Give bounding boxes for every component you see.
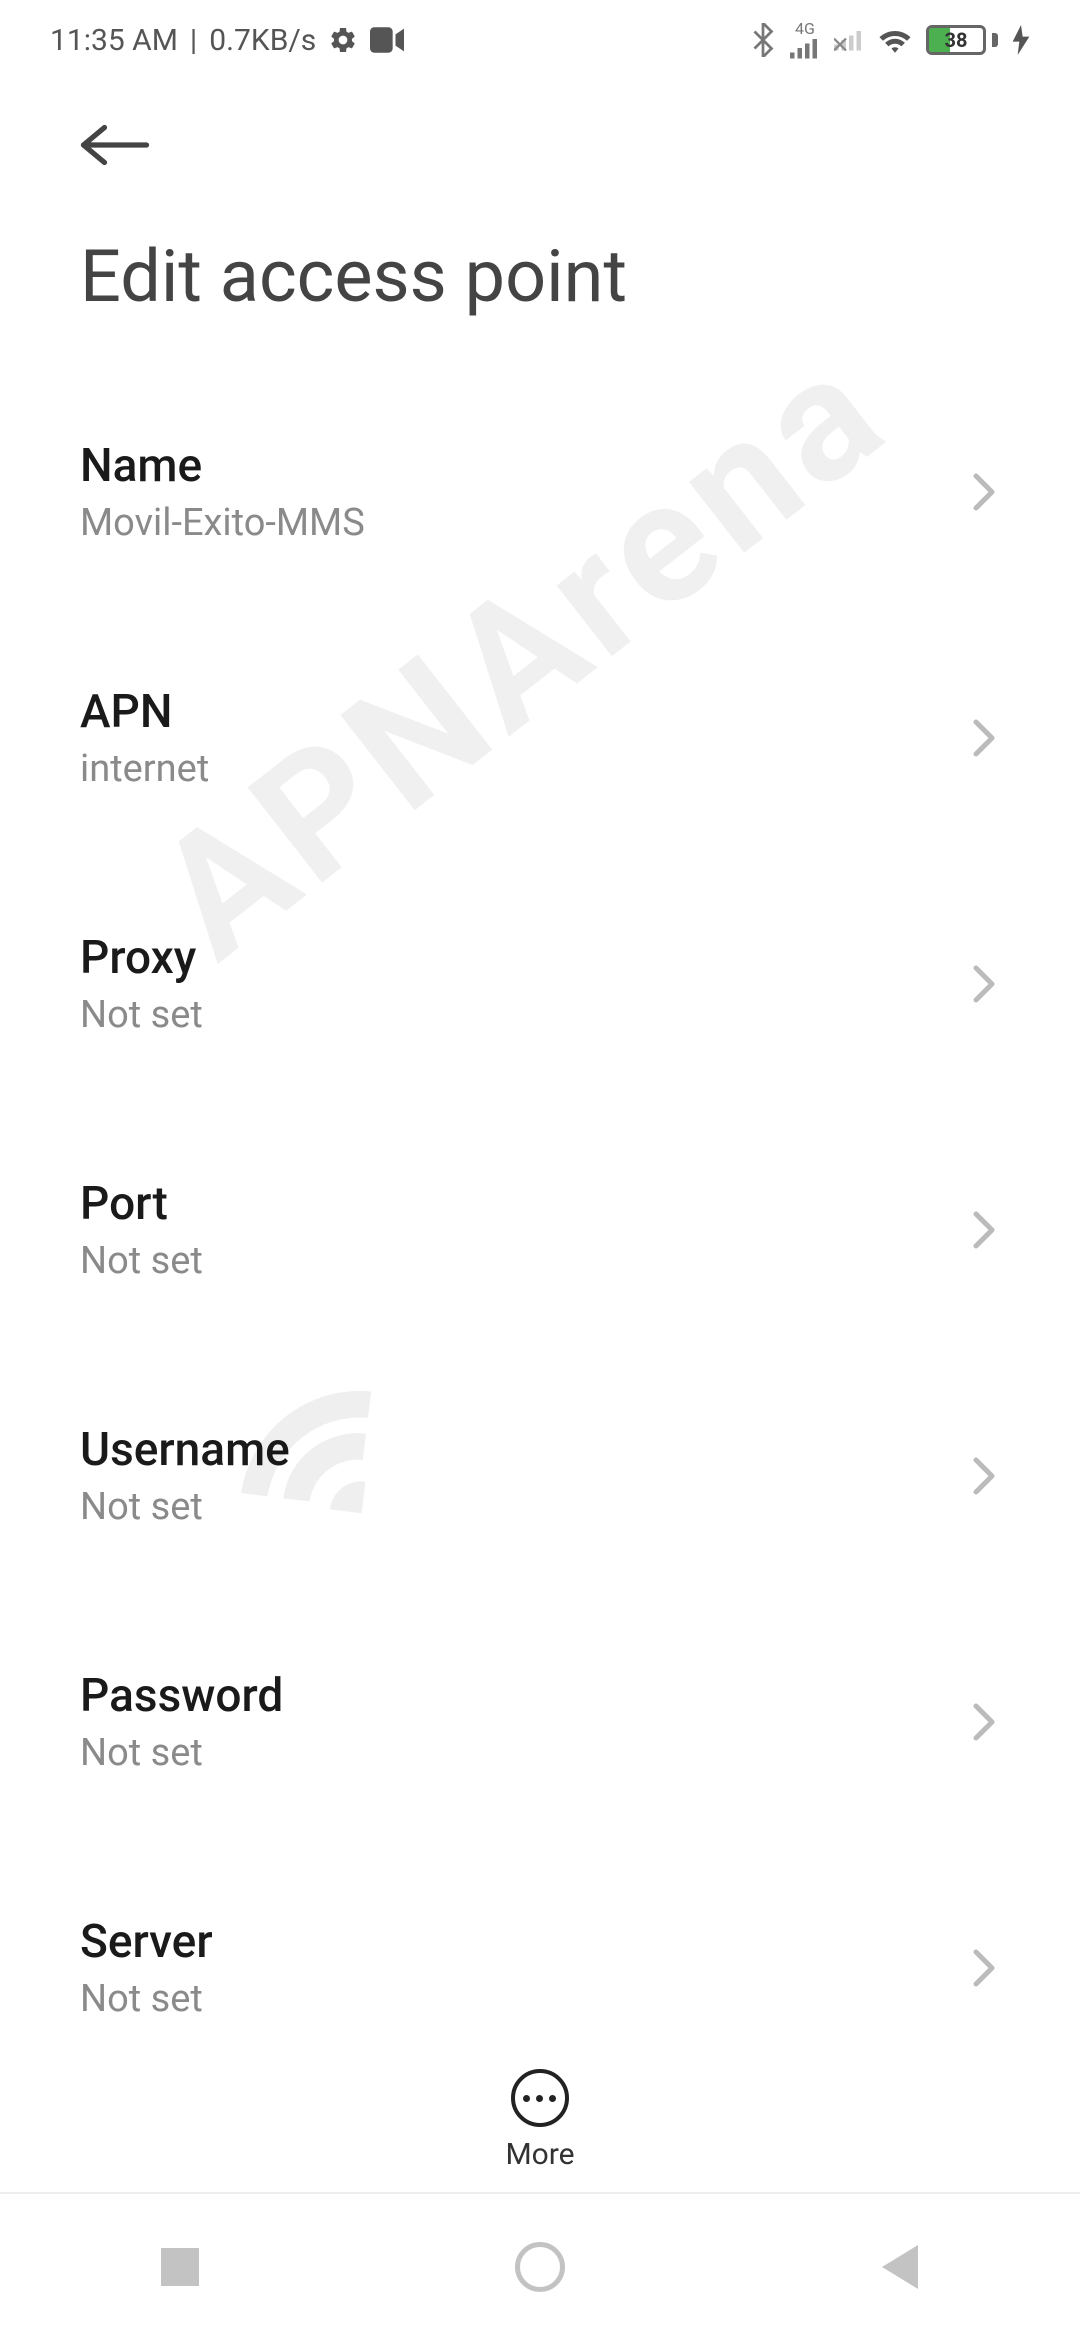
setting-name[interactable]: Name Movil-Exito-MMS (80, 399, 1000, 585)
navigation-bar (0, 2192, 1080, 2340)
wifi-icon (878, 26, 912, 54)
setting-value: Not set (80, 1239, 968, 1283)
setting-value: Not set (80, 993, 968, 1037)
setting-value: Not set (80, 1485, 968, 1529)
chevron-right-icon (968, 1952, 1000, 1984)
chevron-right-icon (968, 722, 1000, 754)
battery-icon: 38 (926, 25, 998, 55)
status-right: 4G 38 (750, 21, 1030, 59)
setting-label: Password (80, 1669, 968, 1723)
setting-server[interactable]: Server Not set (80, 1875, 1000, 2030)
video-icon (370, 27, 404, 53)
chevron-right-icon (968, 1214, 1000, 1246)
bottom-toolbar: More (0, 2049, 1080, 2192)
arrow-left-icon (80, 155, 150, 174)
charging-icon (1012, 25, 1030, 55)
more-icon (511, 2069, 569, 2127)
circle-icon (515, 2242, 565, 2292)
setting-port[interactable]: Port Not set (80, 1137, 1000, 1323)
setting-label: Server (80, 1915, 968, 1969)
chevron-right-icon (968, 1706, 1000, 1738)
status-bar: 11:35 AM | 0.7KB/s 4G 38 (0, 0, 1080, 80)
setting-username[interactable]: Username Not set (80, 1383, 1000, 1569)
signal-nosim-icon (834, 29, 864, 51)
setting-value: Not set (80, 1977, 968, 2021)
setting-label: Port (80, 1177, 968, 1231)
nav-back-button[interactable] (875, 2242, 925, 2292)
nav-home-button[interactable] (515, 2242, 565, 2292)
gear-icon (328, 25, 358, 55)
status-data-rate: 0.7KB/s (209, 23, 316, 58)
nav-recents-button[interactable] (155, 2242, 205, 2292)
setting-value: internet (80, 747, 968, 791)
page-title: Edit access point (0, 194, 1080, 399)
signal-4g-icon: 4G (790, 21, 820, 59)
chevron-right-icon (968, 968, 1000, 1000)
square-icon (161, 2248, 199, 2286)
battery-pct: 38 (929, 28, 983, 52)
setting-value: Movil-Exito-MMS (80, 501, 968, 545)
status-left: 11:35 AM | 0.7KB/s (50, 23, 404, 58)
back-button[interactable] (0, 80, 1080, 194)
setting-label: Proxy (80, 931, 968, 985)
triangle-left-icon (882, 2245, 918, 2289)
settings-list: Name Movil-Exito-MMS APN internet Proxy … (0, 399, 1080, 2030)
setting-label: Username (80, 1423, 968, 1477)
bluetooth-icon (750, 23, 776, 57)
setting-label: APN (80, 685, 968, 739)
chevron-right-icon (968, 1460, 1000, 1492)
status-time: 11:35 AM (50, 23, 178, 58)
setting-value: Not set (80, 1731, 968, 1775)
setting-password[interactable]: Password Not set (80, 1629, 1000, 1815)
setting-apn[interactable]: APN internet (80, 645, 1000, 831)
setting-proxy[interactable]: Proxy Not set (80, 891, 1000, 1077)
chevron-right-icon (968, 476, 1000, 508)
setting-label: Name (80, 439, 968, 493)
status-separator: | (190, 23, 197, 58)
more-button[interactable]: More (505, 2069, 574, 2172)
more-label: More (505, 2137, 574, 2172)
